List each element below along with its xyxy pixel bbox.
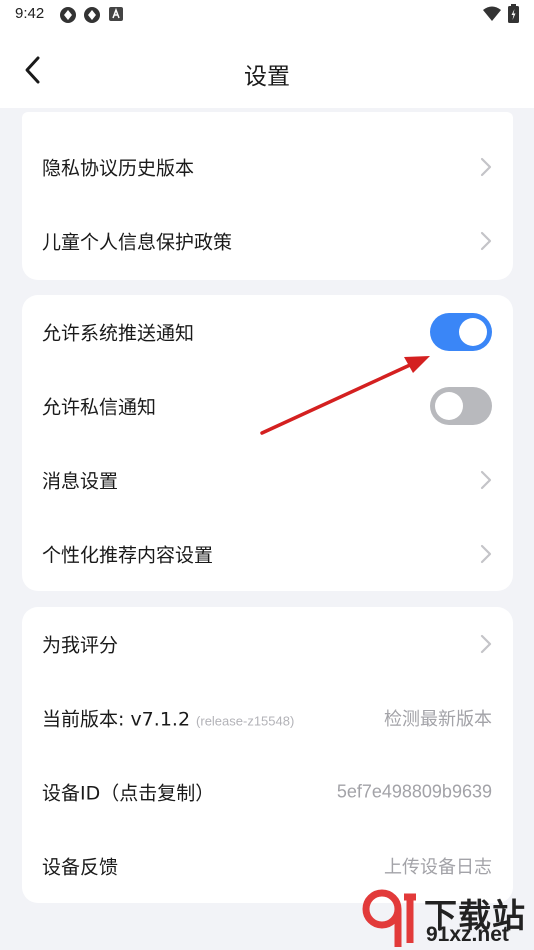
watermark-url: 91xz.net bbox=[426, 923, 509, 946]
chevron-right-icon bbox=[480, 231, 492, 251]
chevron-right-icon bbox=[480, 470, 492, 490]
watermark-logo: 下载站 91xz.net bbox=[360, 885, 534, 950]
upload-log-link[interactable]: 上传设备日志 bbox=[384, 853, 492, 879]
personalized-recommend-row[interactable]: 个性化推荐内容设置 bbox=[22, 517, 513, 591]
rate-app-row[interactable]: 为我评分 bbox=[22, 607, 513, 681]
personalized-recommend-label: 个性化推荐内容设置 bbox=[42, 544, 214, 567]
app-notification-icon bbox=[60, 7, 76, 23]
toggle-knob bbox=[435, 392, 463, 420]
about-card: 为我评分 当前版本: v7.1.2 (release-z15548) 检测最新版本… bbox=[22, 607, 513, 903]
watermark-logo-icon bbox=[362, 889, 416, 947]
child-privacy-label: 儿童个人信息保护政策 bbox=[42, 231, 233, 254]
version-row[interactable]: 当前版本: v7.1.2 (release-z15548) 检测最新版本 bbox=[22, 681, 513, 755]
notification-card: 允许系统推送通知 允许私信通知 消息设置 个性化推荐内容设置 bbox=[22, 295, 513, 591]
device-id-label: 设备ID（点击复制） bbox=[42, 782, 215, 805]
message-settings-label: 消息设置 bbox=[42, 470, 119, 493]
wifi-icon bbox=[483, 6, 501, 21]
device-feedback-label: 设备反馈 bbox=[42, 856, 119, 879]
version-build: (release-z15548) bbox=[196, 713, 295, 729]
system-push-toggle[interactable] bbox=[430, 313, 492, 351]
private-message-label: 允许私信通知 bbox=[42, 396, 157, 419]
system-push-label: 允许系统推送通知 bbox=[42, 322, 195, 345]
privacy-history-label: 隐私协议历史版本 bbox=[42, 157, 195, 180]
private-message-row: 允许私信通知 bbox=[22, 369, 513, 443]
page-title: 设置 bbox=[244, 64, 290, 90]
chevron-right-icon bbox=[480, 634, 492, 654]
private-message-toggle[interactable] bbox=[430, 387, 492, 425]
privacy-card: 隐私协议历史版本 儿童个人信息保护政策 bbox=[22, 112, 513, 280]
chevron-right-icon bbox=[480, 157, 492, 177]
a-badge-icon bbox=[109, 7, 123, 21]
device-id-row[interactable]: 设备ID（点击复制） 5ef7e498809b9639 bbox=[22, 755, 513, 829]
header: 设置 bbox=[0, 30, 534, 108]
version-label: 当前版本: v7.1.2 (release-z15548) bbox=[42, 705, 294, 732]
status-time: 9:42 bbox=[15, 5, 45, 22]
toggle-knob bbox=[459, 318, 487, 346]
status-bar: 9:42 bbox=[0, 0, 534, 30]
message-settings-row[interactable]: 消息设置 bbox=[22, 443, 513, 517]
version-text: 当前版本: v7.1.2 bbox=[42, 708, 191, 731]
privacy-history-row[interactable]: 隐私协议历史版本 bbox=[22, 130, 513, 204]
child-privacy-row[interactable]: 儿童个人信息保护政策 bbox=[22, 204, 513, 278]
rate-app-label: 为我评分 bbox=[42, 634, 119, 657]
check-update-link[interactable]: 检测最新版本 bbox=[384, 705, 492, 731]
battery-icon bbox=[508, 4, 519, 23]
device-id-value: 5ef7e498809b9639 bbox=[336, 781, 492, 802]
system-push-row: 允许系统推送通知 bbox=[22, 295, 513, 369]
chevron-right-icon bbox=[480, 544, 492, 564]
app-notification-icon bbox=[84, 7, 100, 23]
